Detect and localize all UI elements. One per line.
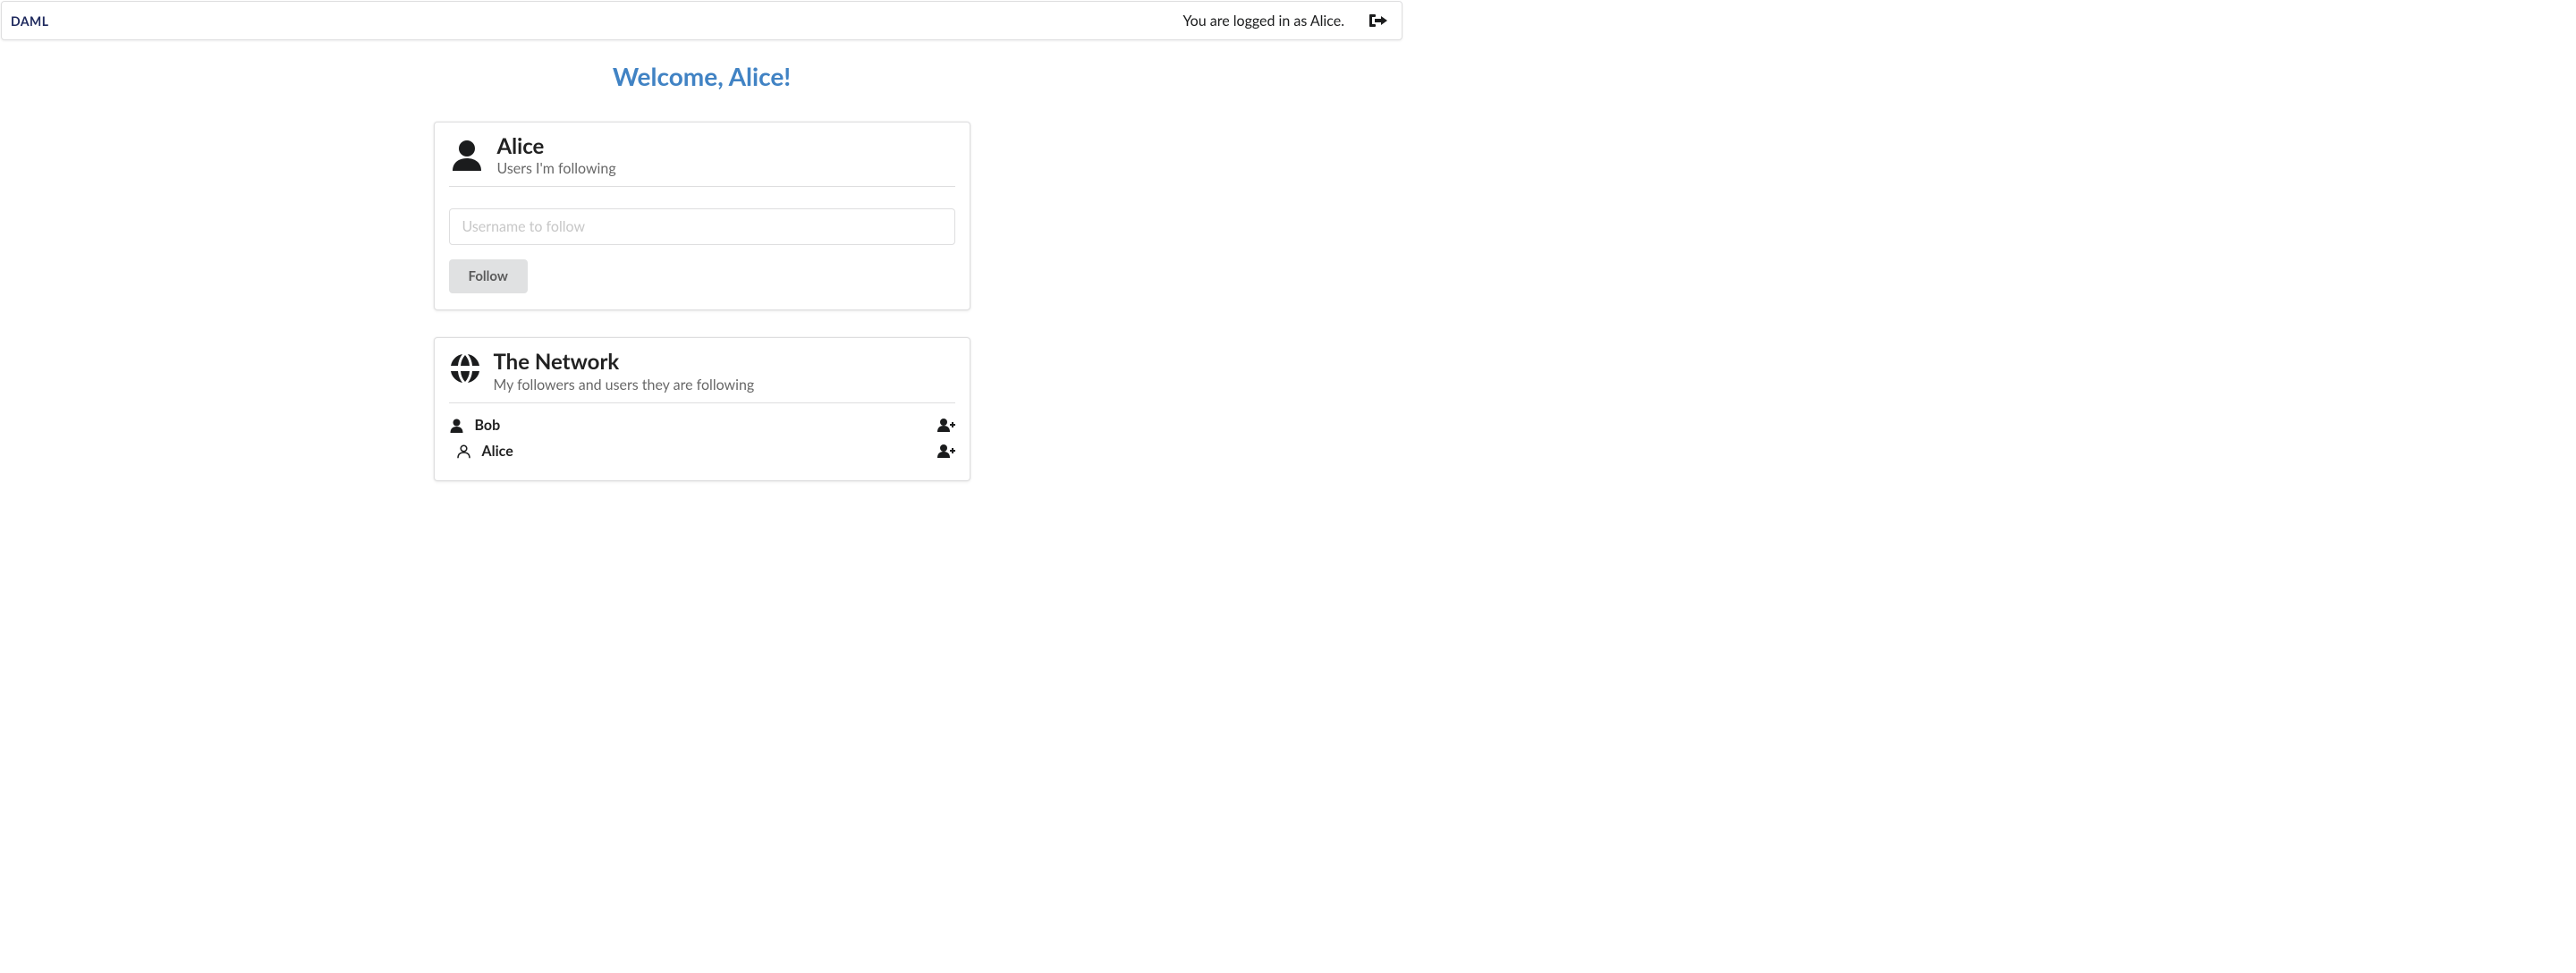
sign-out-icon — [1369, 13, 1387, 28]
add-user-button[interactable] — [937, 444, 955, 458]
network-card-header: The Network My followers and users they … — [449, 351, 955, 402]
user-icon — [449, 418, 464, 433]
divider — [449, 402, 955, 403]
network-card: The Network My followers and users they … — [434, 337, 970, 480]
globe-icon — [449, 352, 481, 385]
profile-card: Alice Users I'm following Follow — [434, 122, 970, 310]
logout-button[interactable] — [1369, 13, 1387, 28]
profile-title: Alice — [497, 135, 616, 158]
divider — [449, 186, 955, 187]
logo: DAML — [11, 13, 49, 29]
network-row-name: Bob — [475, 417, 501, 434]
add-user-button[interactable] — [937, 418, 955, 432]
main-content: Welcome, Alice! Alice Users I'm followin… — [434, 41, 970, 481]
network-title: The Network — [494, 351, 755, 374]
network-row-left: Bob — [449, 417, 501, 434]
network-subrow-left: Alice — [456, 443, 513, 460]
menu-right: You are logged in as Alice. — [1182, 13, 1393, 30]
network-row: Bob — [449, 412, 955, 438]
login-status: You are logged in as Alice. — [1182, 13, 1344, 30]
profile-card-titles: Alice Users I'm following — [497, 135, 616, 177]
network-card-titles: The Network My followers and users they … — [494, 351, 755, 393]
network-subrow: Alice — [449, 438, 955, 464]
network-subtitle: My followers and users they are followin… — [494, 377, 755, 393]
logo-text: DAML — [11, 13, 49, 29]
user-outline-icon — [456, 444, 471, 459]
username-input[interactable] — [449, 208, 955, 245]
profile-card-header: Alice Users I'm following — [449, 135, 955, 186]
user-plus-icon — [937, 418, 955, 432]
user-icon — [449, 137, 485, 173]
profile-subtitle: Users I'm following — [497, 160, 616, 177]
network-subrow-name: Alice — [482, 443, 513, 460]
top-menu: DAML You are logged in as Alice. — [1, 1, 1402, 40]
user-plus-icon — [937, 444, 955, 458]
follow-button[interactable]: Follow — [449, 259, 528, 293]
welcome-heading: Welcome, Alice! — [434, 61, 970, 91]
